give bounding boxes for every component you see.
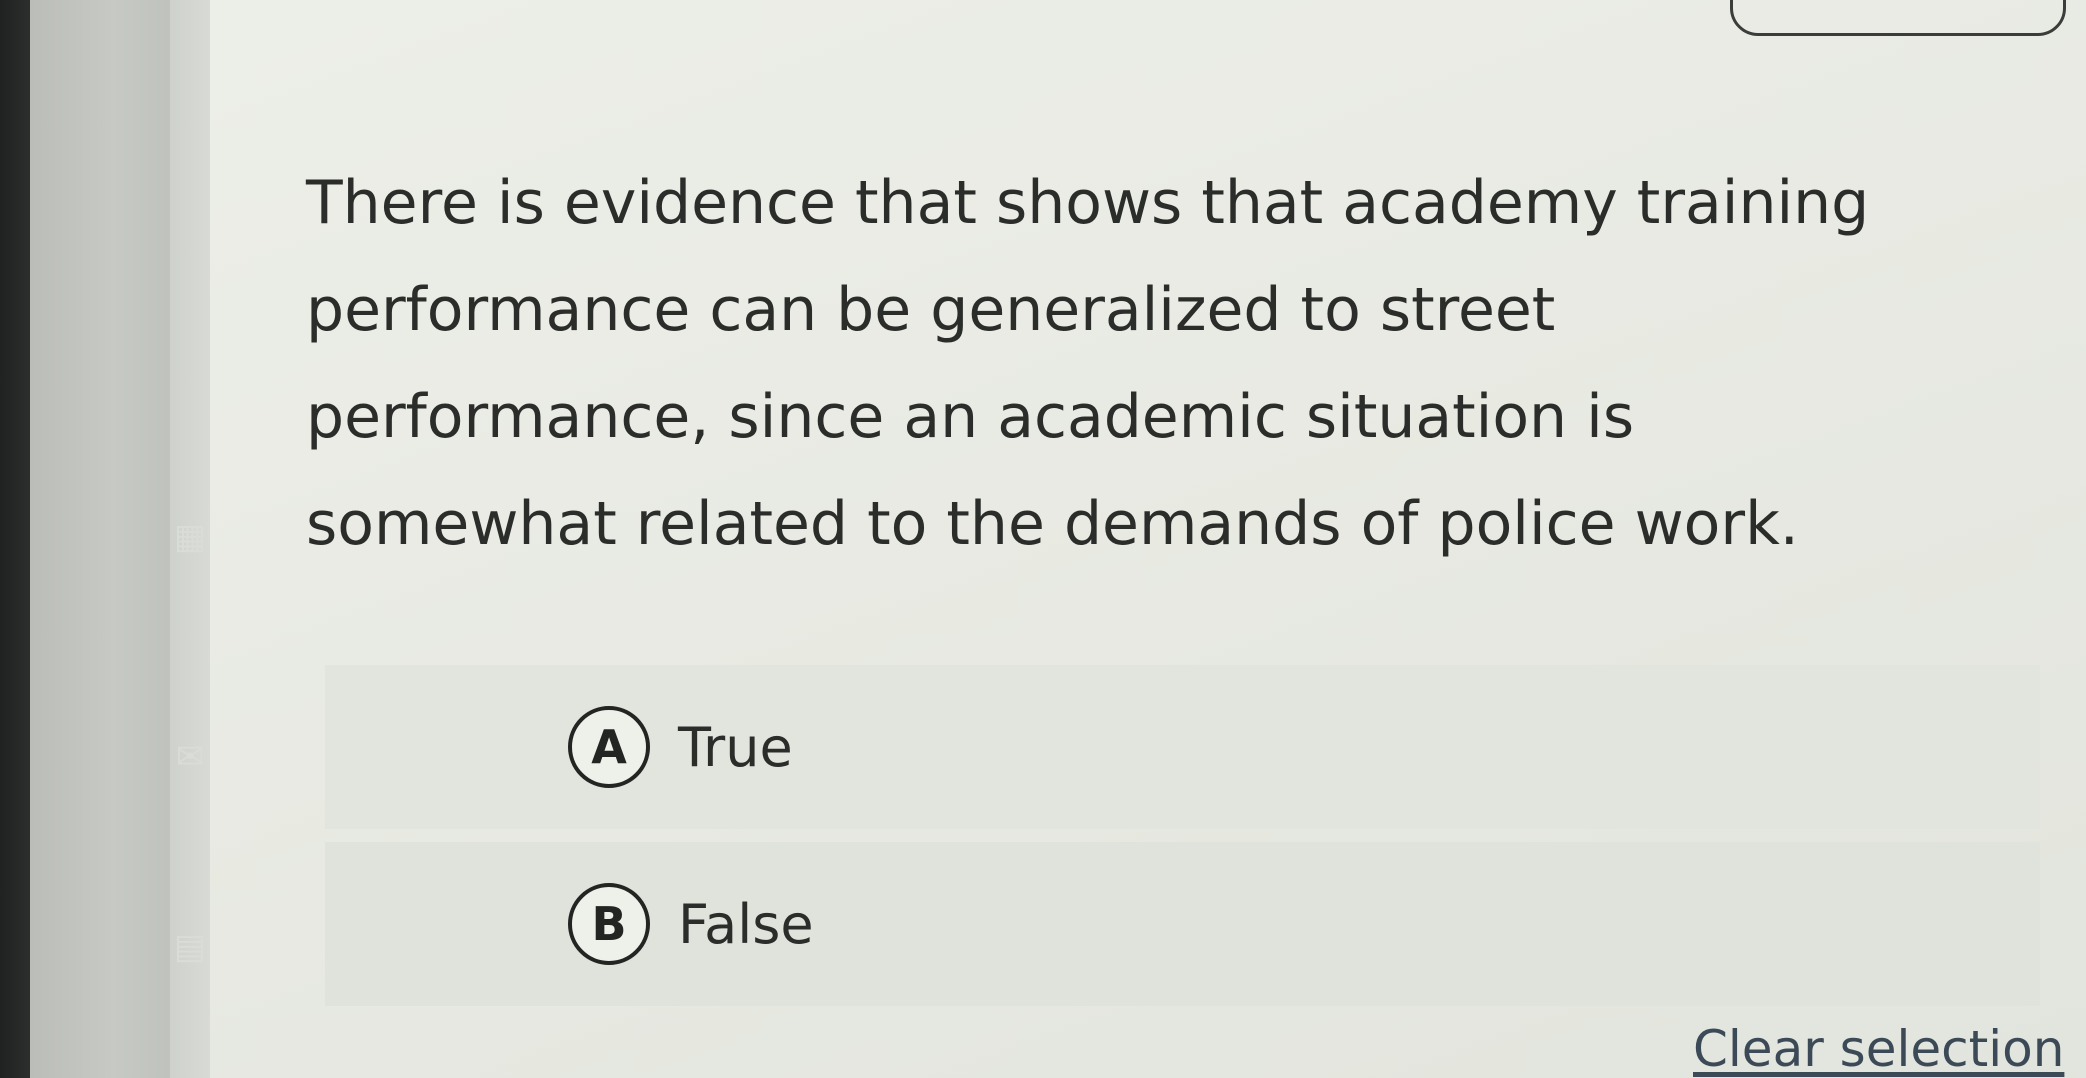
grid-icon[interactable]: ▦: [170, 520, 210, 554]
option-letter-circle[interactable]: B: [568, 883, 650, 965]
mail-icon[interactable]: ✉: [170, 740, 210, 774]
top-right-button[interactable]: [1730, 0, 2066, 36]
left-sidebar: [30, 0, 172, 1078]
option-letter-circle[interactable]: A: [568, 706, 650, 788]
document-icon[interactable]: ▤: [170, 930, 210, 964]
option-label: True: [678, 715, 793, 779]
monitor-bezel: [0, 0, 30, 1078]
option-b[interactable]: B False: [325, 842, 2040, 1006]
option-a[interactable]: A True: [325, 665, 2040, 829]
clear-selection-link[interactable]: Clear selection: [1693, 1020, 2064, 1078]
option-label: False: [678, 892, 814, 956]
question-panel: There is evidence that shows that academ…: [210, 0, 2086, 1078]
sidebar-nav: ▦ ✉ ▤: [170, 0, 210, 1078]
question-text: There is evidence that shows that academ…: [306, 168, 1870, 559]
